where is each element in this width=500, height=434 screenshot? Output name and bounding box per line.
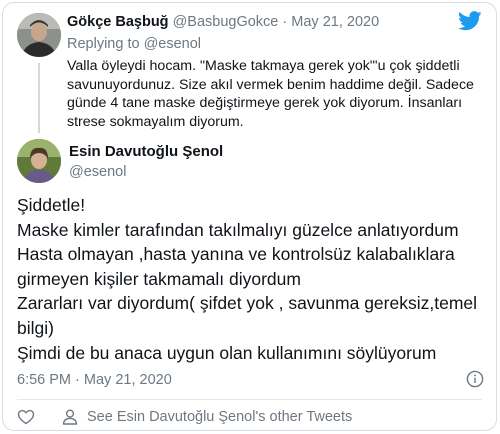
author-avatar-photo bbox=[17, 139, 61, 183]
tweet-text-line: Şimdi de bu anaca uygun olan kullanımını… bbox=[17, 342, 437, 363]
author-name[interactable]: Esin Davutoğlu Şenol bbox=[69, 143, 223, 160]
tweet-text-line: Zararları var diyordum( şifdet yok , sav… bbox=[17, 293, 478, 314]
tweet-date[interactable]: May 21, 2020 bbox=[84, 372, 172, 388]
tweet-text-line: Maske kimler tarafından takılmalıyı güze… bbox=[17, 219, 459, 240]
tweet-embed-card: Gökçe Başbuğ @BasbugGokce · May 21, 2020… bbox=[2, 2, 497, 431]
person-icon[interactable] bbox=[61, 408, 79, 426]
tweet-timestamp[interactable]: 6:56 PM · May 21, 2020 bbox=[17, 372, 172, 388]
reply-avatar[interactable] bbox=[17, 13, 61, 57]
tweet-text-line: girmeyen kişiler takmamalı diyordum bbox=[17, 268, 301, 289]
tweet-text-line: bilgi) bbox=[17, 317, 54, 338]
tweet-text-line: Şiddetle! bbox=[17, 195, 86, 215]
tweet-text-line: Hasta olmayan ,hasta yanına ve kontrolsü… bbox=[17, 244, 455, 265]
tweet-separator: · bbox=[75, 372, 80, 388]
heart-icon[interactable] bbox=[17, 408, 35, 426]
reply-author-name[interactable]: Gökçe Başbuğ bbox=[67, 14, 169, 30]
other-tweets-link[interactable]: See Esin Davutoğlu Şenol's other Tweets bbox=[87, 409, 352, 425]
reply-author-handle[interactable]: @BasbugGokce bbox=[173, 14, 279, 30]
replying-to-handle[interactable]: @esenol bbox=[144, 36, 201, 52]
tweet-text: Şiddetle! Maske kimler tarafından takılm… bbox=[17, 193, 492, 365]
reply-header: Gökçe Başbuğ @BasbugGokce · May 21, 2020 bbox=[67, 14, 379, 30]
reply-date[interactable]: May 21, 2020 bbox=[291, 14, 379, 30]
thread-connector-line bbox=[38, 63, 40, 133]
author-avatar[interactable] bbox=[17, 139, 61, 183]
divider bbox=[17, 399, 482, 400]
author-handle[interactable]: @esenol bbox=[69, 164, 126, 180]
replying-to: Replying to @esenol bbox=[67, 36, 201, 52]
reply-text: Valla öyleydi hocam. "Maske takmaya gere… bbox=[67, 58, 474, 130]
reply-avatar-photo bbox=[17, 13, 61, 57]
reply-separator: · bbox=[282, 14, 288, 30]
tweet-actions: See Esin Davutoğlu Şenol's other Tweets bbox=[17, 407, 352, 427]
tweet-time[interactable]: 6:56 PM bbox=[17, 372, 71, 388]
replying-to-label: Replying to bbox=[67, 36, 140, 52]
info-icon[interactable] bbox=[466, 370, 484, 388]
twitter-bird-icon[interactable] bbox=[458, 11, 482, 31]
